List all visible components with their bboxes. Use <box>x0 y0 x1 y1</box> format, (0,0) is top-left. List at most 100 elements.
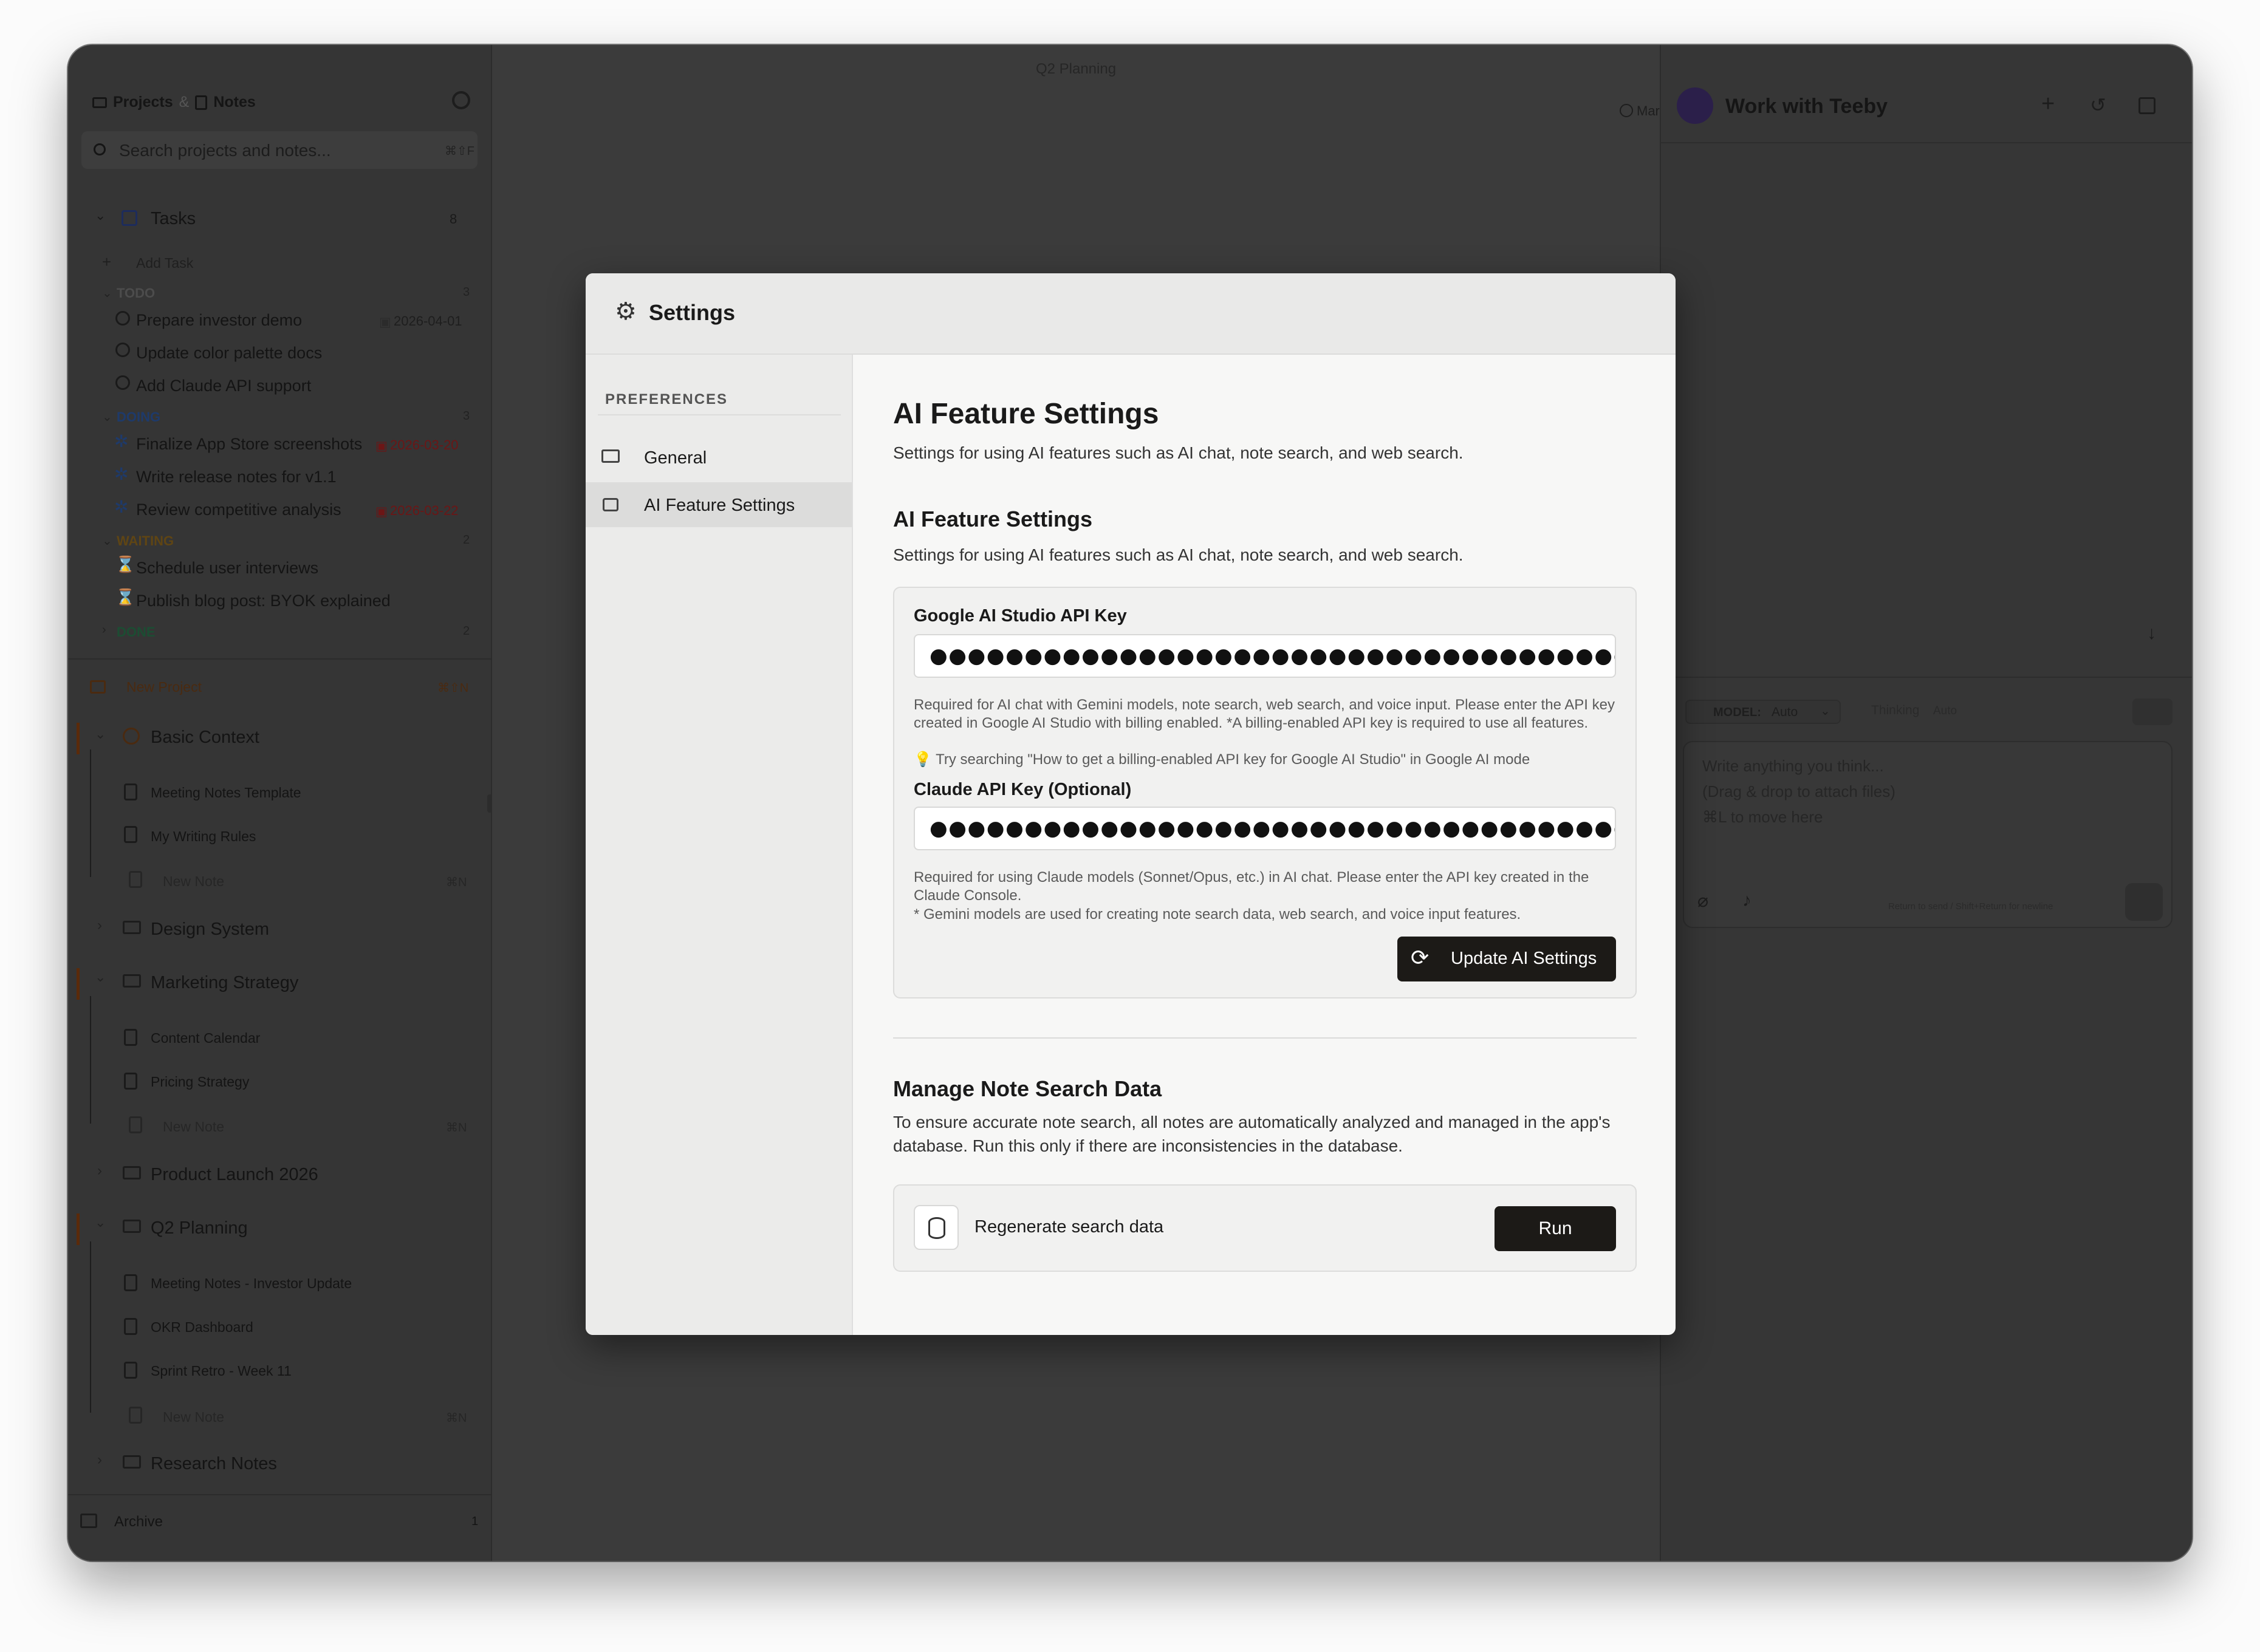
new-project-button[interactable]: New Project <box>126 679 202 695</box>
task-checkbox[interactable] <box>115 343 130 357</box>
thinking-toggle[interactable]: Thinking <box>1871 703 1919 718</box>
tasks-count-badge: 8 <box>450 211 457 227</box>
note-item[interactable]: Meeting Notes Template <box>151 785 301 801</box>
microphone-icon[interactable]: ♪ <box>1742 890 1752 911</box>
project-basic-context[interactable]: Basic Context <box>151 728 259 748</box>
tasks-title[interactable]: Tasks <box>151 209 196 229</box>
task-item[interactable]: Review competitive analysis <box>136 500 341 519</box>
plus-icon[interactable]: + <box>2041 91 2055 117</box>
note-item[interactable]: My Writing Rules <box>151 828 256 845</box>
chevron-down-icon[interactable]: ⌄ <box>95 1215 106 1230</box>
document-icon <box>124 1274 137 1291</box>
refresh-icon: ⟳ <box>1411 945 1430 970</box>
project-design-system[interactable]: Design System <box>151 920 269 940</box>
task-item[interactable]: Finalize App Store screenshots <box>136 435 362 454</box>
note-item[interactable]: Sprint Retro - Week 11 <box>151 1363 292 1379</box>
chevron-down-icon[interactable]: ⌄ <box>95 208 106 224</box>
task-item[interactable]: Add Claude API support <box>136 377 311 395</box>
projects-label: Projects <box>113 94 173 111</box>
plus-icon: + <box>102 253 112 271</box>
settings-title: Settings <box>649 300 736 325</box>
group-done-count: 2 <box>463 624 470 638</box>
mute-button[interactable] <box>2132 698 2173 725</box>
folder-icon <box>123 1166 141 1179</box>
chevron-down-icon[interactable]: ⌄ <box>102 285 112 301</box>
project-marketing-strategy[interactable]: Marketing Strategy <box>151 973 298 993</box>
chevron-down-icon[interactable]: ⌄ <box>95 726 106 742</box>
in-progress-icon[interactable]: ✲ <box>114 464 128 484</box>
nav-item-ai-feature-settings[interactable]: AI Feature Settings <box>586 482 852 527</box>
chevron-right-icon[interactable]: › <box>102 623 106 637</box>
task-checkbox[interactable] <box>115 311 130 326</box>
new-note-button[interactable]: New Note <box>163 1409 224 1425</box>
manage-description: To ensure accurate note search, all note… <box>893 1113 1611 1155</box>
divider <box>893 1037 1637 1039</box>
model-selector[interactable]: MODEL: Auto ⌄ <box>1685 700 1841 724</box>
project-q2-planning[interactable]: Q2 Planning <box>151 1218 248 1238</box>
hourglass-icon[interactable]: ⌛ <box>115 588 135 607</box>
chevron-right-icon[interactable]: › <box>97 917 102 934</box>
task-item[interactable]: Prepare investor demo <box>136 311 302 330</box>
nav-section-label: PREFERENCES <box>605 391 728 408</box>
project-research-notes[interactable]: Research Notes <box>151 1454 277 1474</box>
new-note-button[interactable]: New Note <box>163 873 224 890</box>
archive-item[interactable]: Archive <box>114 1514 163 1531</box>
archive-icon <box>80 1514 97 1528</box>
note-icon <box>195 95 208 110</box>
new-note-icon <box>129 1407 142 1424</box>
scroll-down-icon[interactable]: ↓ <box>2147 623 2156 644</box>
hourglass-icon[interactable]: ⌛ <box>115 555 135 574</box>
thinking-value: Auto <box>1933 705 1957 717</box>
update-ai-settings-button[interactable]: ⟳ Update AI Settings <box>1397 937 1616 981</box>
google-api-key-value: ●●●●●●●●●●●●●●●●●●●●●●●●●●●●●●●●●●●●●●● <box>930 644 1616 668</box>
in-progress-icon[interactable]: ✲ <box>114 431 128 451</box>
task-item[interactable]: Write release notes for v1.1 <box>136 468 337 486</box>
task-item[interactable]: Publish blog post: BYOK explained <box>136 592 391 610</box>
model-label: MODEL: <box>1713 706 1761 719</box>
send-button[interactable] <box>2125 883 2163 921</box>
note-item[interactable]: OKR Dashboard <box>151 1319 253 1336</box>
group-done-label: DONE <box>117 624 156 640</box>
chevron-down-icon[interactable]: ⌄ <box>102 533 112 548</box>
folder-icon <box>123 974 141 988</box>
note-item[interactable]: Pricing Strategy <box>151 1074 249 1090</box>
new-note-icon <box>129 1116 142 1133</box>
section-description: Settings for using AI features such as A… <box>893 545 1464 564</box>
new-project-shortcut: ⌘⇧N <box>437 681 469 695</box>
task-item[interactable]: Schedule user interviews <box>136 559 318 578</box>
document-icon <box>124 1073 137 1090</box>
chat-input[interactable]: Write anything you think... (Drag & drop… <box>1683 741 2173 928</box>
robot-icon <box>603 498 618 511</box>
project-product-launch[interactable]: Product Launch 2026 <box>151 1165 318 1185</box>
note-item[interactable]: Meeting Notes - Investor Update <box>151 1275 352 1292</box>
history-icon[interactable]: ↺ <box>2090 94 2106 117</box>
chevron-down-icon[interactable]: ⌄ <box>95 969 106 985</box>
attach-icon[interactable]: ⌀ <box>1697 890 1708 912</box>
folder-icon <box>123 921 141 934</box>
task-item[interactable]: Update color palette docs <box>136 344 322 363</box>
google-api-key-field[interactable]: ●●●●●●●●●●●●●●●●●●●●●●●●●●●●●●●●●●●●●●● <box>914 634 1616 678</box>
task-checkbox[interactable] <box>115 375 130 390</box>
chevron-down-icon: ⌄ <box>1820 705 1830 718</box>
in-progress-icon[interactable]: ✲ <box>114 497 128 517</box>
run-button[interactable]: Run <box>1495 1206 1616 1251</box>
chevron-down-icon[interactable]: ⌄ <box>102 409 112 425</box>
add-task-button[interactable]: Add Task <box>136 255 193 271</box>
active-project-bar <box>77 968 80 1000</box>
divider <box>68 658 492 660</box>
search-input[interactable]: Search projects and notes... ⌘⇧F <box>81 131 478 169</box>
settings-gear-icon[interactable] <box>452 91 470 109</box>
chevron-right-icon[interactable]: › <box>97 1452 102 1469</box>
chevron-right-icon[interactable]: › <box>97 1162 102 1179</box>
amp-label: & <box>179 94 190 111</box>
new-note-button[interactable]: New Note <box>163 1119 224 1135</box>
document-icon <box>124 826 137 843</box>
task-due-date-overdue: 2026-03-20 <box>390 437 459 452</box>
nav-item-general[interactable]: General <box>586 435 852 480</box>
note-item[interactable]: Content Calendar <box>151 1030 260 1046</box>
task-due-date-overdue: 2026-03-22 <box>390 503 459 518</box>
document-icon <box>124 1318 137 1335</box>
claude-api-key-field[interactable]: ●●●●●●●●●●●●●●●●●●●●●●●●●●●●●●●●●●●●●●●●… <box>914 807 1616 850</box>
panel-toggle-icon[interactable] <box>2138 97 2156 114</box>
chat-placeholder: ⌘L to move here <box>1702 808 1823 826</box>
